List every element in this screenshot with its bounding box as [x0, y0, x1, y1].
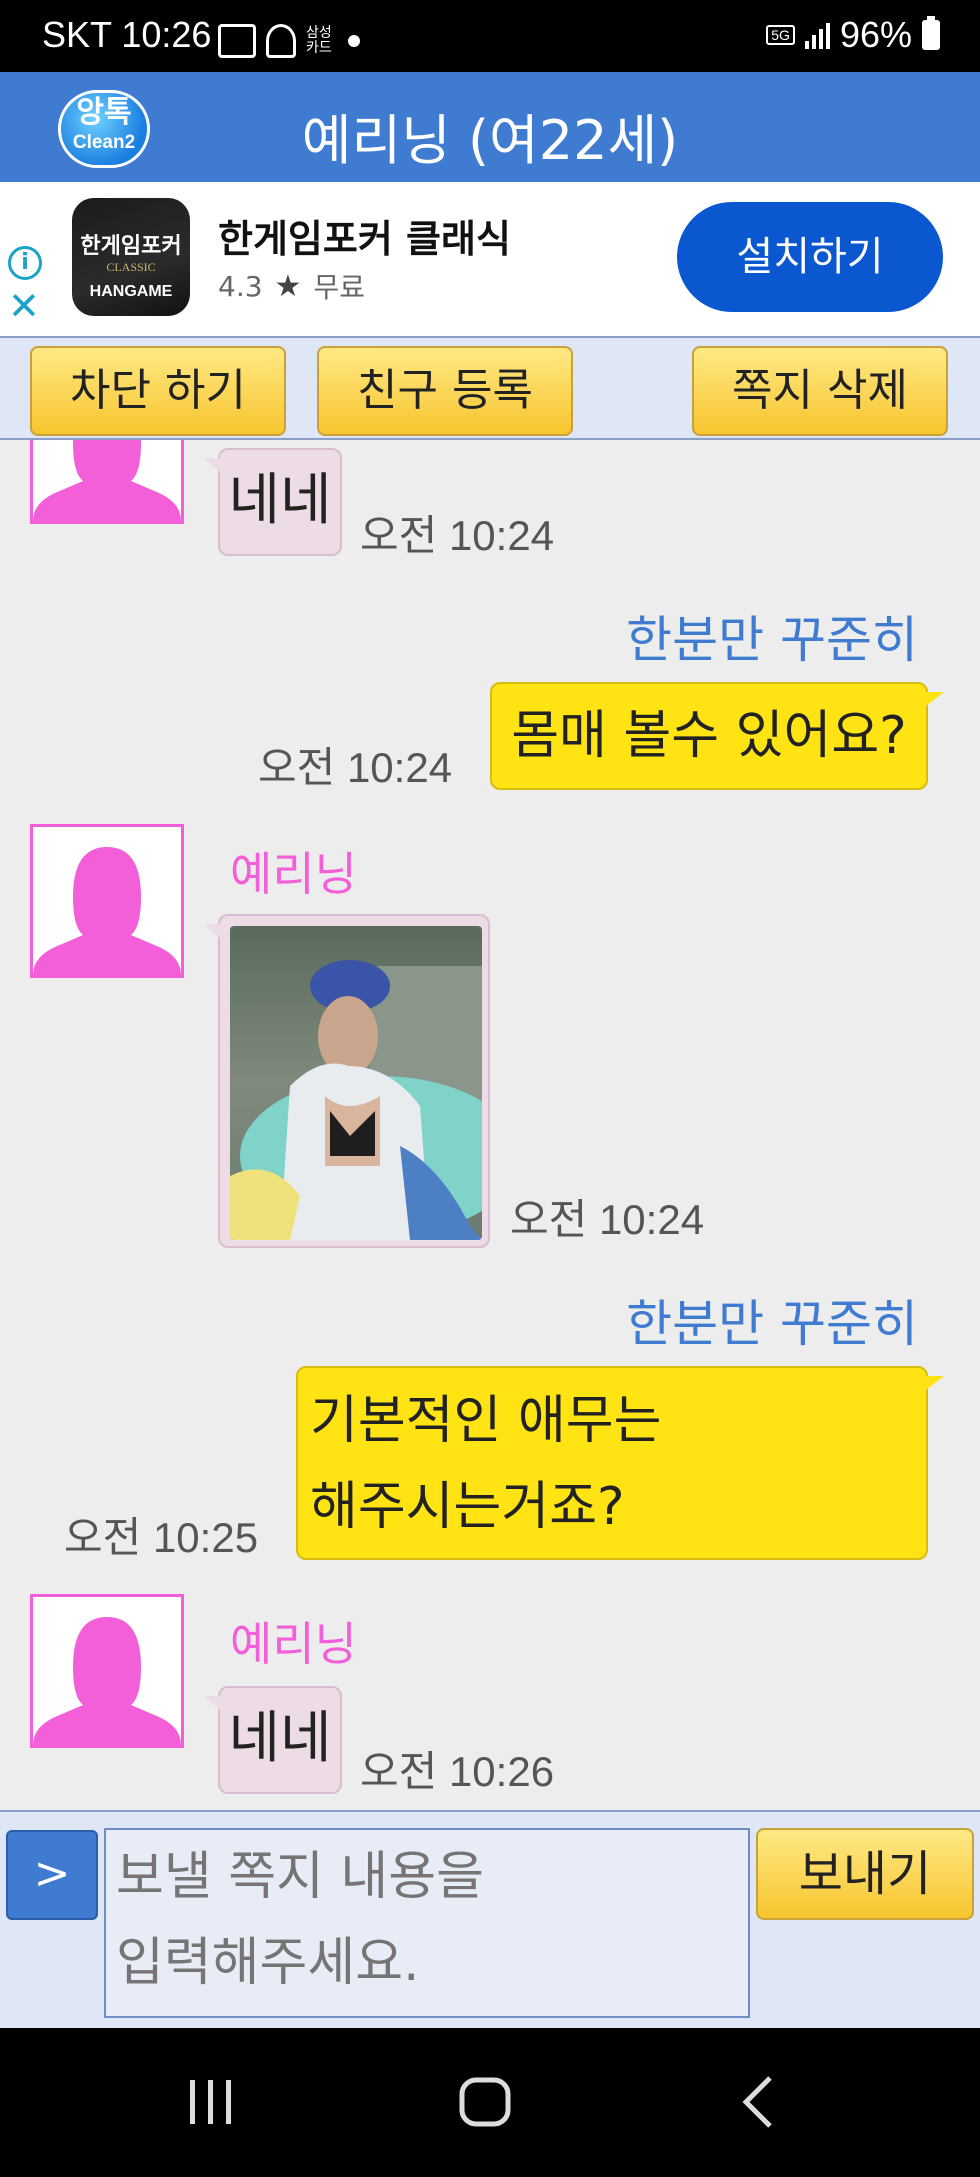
message-bubble[interactable]: 기본적인 애무는 해주시는거죠?	[296, 1366, 944, 1560]
status-bar: SKT 10:26 삼성 카드 5G 96%	[0, 0, 980, 72]
action-bar: 차단 하기 친구 등록 쪽지 삭제	[0, 336, 980, 440]
message-time: 오전 10:25	[64, 1514, 259, 1561]
signal-icon	[804, 21, 830, 49]
notification-icons: 삼성 카드	[218, 24, 360, 58]
recent-apps-icon[interactable]	[176, 2072, 246, 2132]
app-header: 앙톡 Clean2 예리닝 (여22세)	[0, 72, 980, 182]
message-time: 오전 10:24	[258, 744, 453, 791]
block-button[interactable]: 차단 하기	[30, 346, 286, 436]
battery-icon	[922, 16, 940, 50]
message-input-bar: > 보내기	[0, 1810, 980, 2028]
more-notifications-icon	[347, 35, 360, 47]
chat-list[interactable]: 네네 오전 10:24 한분만 꾸준히 몸매 볼수 있어요? 오전 10:24 …	[0, 440, 980, 1810]
female-avatar-icon	[33, 847, 181, 975]
female-avatar-icon	[33, 1617, 181, 1745]
message-text: 몸매 볼수 있어요?	[511, 706, 907, 766]
message-bubble[interactable]: 네네	[204, 1686, 342, 1794]
photo-thumbnail[interactable]	[230, 926, 482, 1240]
ad-close-icon[interactable]: ✕	[8, 286, 40, 326]
ad-app-icon[interactable]: 한게임포커 CLASSIC HANGAME	[72, 198, 190, 316]
home-icon[interactable]	[450, 2072, 520, 2132]
sender-nickname: 예리닝	[230, 847, 357, 901]
send-button[interactable]: 보내기	[756, 1828, 974, 1920]
expand-toggle-button[interactable]: >	[6, 1830, 98, 1920]
add-friend-button[interactable]: 친구 등록	[317, 346, 573, 436]
message-time: 오전 10:24	[510, 1196, 705, 1243]
ad-icon-classic: CLASSIC	[106, 260, 156, 274]
message-text: 네네	[228, 468, 332, 533]
ad-install-button[interactable]: 설치하기	[677, 202, 943, 312]
system-nav-bar	[0, 2028, 980, 2177]
ad-meta: 4.3 ★ 무료	[218, 266, 365, 306]
status-carrier-time: SKT 10:26	[42, 14, 212, 55]
network-5g-icon: 5G	[766, 25, 795, 45]
ad-icon-brand: HANGAME	[89, 283, 173, 300]
message-time: 오전 10:26	[360, 1748, 555, 1795]
ad-info-icon[interactable]: i	[8, 246, 42, 280]
back-icon[interactable]	[724, 2072, 794, 2132]
battery-percent: 96%	[839, 14, 912, 55]
avatar[interactable]	[30, 1594, 184, 1748]
star-icon: ★	[274, 268, 302, 304]
my-nickname: 한분만 꾸준히	[626, 1295, 918, 1353]
message-text-line-1: 기본적인 애무는	[310, 1391, 662, 1451]
samsung-card-icon: 삼성 카드	[306, 25, 332, 56]
female-avatar-icon	[33, 440, 181, 521]
ad-price: 무료	[313, 271, 365, 304]
ad-banner[interactable]: i ✕ 한게임포커 CLASSIC HANGAME 한게임포커 클래식 4.3 …	[0, 182, 980, 336]
avatar[interactable]	[30, 824, 184, 978]
avatar[interactable]	[30, 440, 184, 524]
app-notification-icon	[266, 24, 296, 58]
my-nickname: 한분만 꾸준히	[626, 611, 918, 669]
message-bubble[interactable]: 네네	[204, 448, 342, 556]
gallery-notification-icon	[218, 24, 256, 58]
chat-title: 예리닝 (여22세)	[301, 109, 679, 172]
ad-rating: 4.3	[218, 269, 263, 303]
delete-message-button[interactable]: 쪽지 삭제	[692, 346, 948, 436]
status-right: 5G 96%	[766, 14, 940, 56]
sender-nickname: 예리닝	[230, 1617, 357, 1671]
message-text-line-2: 해주시는거죠?	[310, 1477, 625, 1537]
message-input[interactable]	[104, 1828, 750, 2018]
ad-icon-title: 한게임포커	[80, 234, 182, 259]
message-text: 네네	[228, 1706, 332, 1771]
message-time: 오전 10:24	[360, 512, 555, 559]
photo-message[interactable]	[204, 914, 490, 1248]
ad-app-name[interactable]: 한게임포커 클래식	[218, 208, 511, 263]
message-bubble[interactable]: 몸매 볼수 있어요?	[490, 682, 944, 790]
